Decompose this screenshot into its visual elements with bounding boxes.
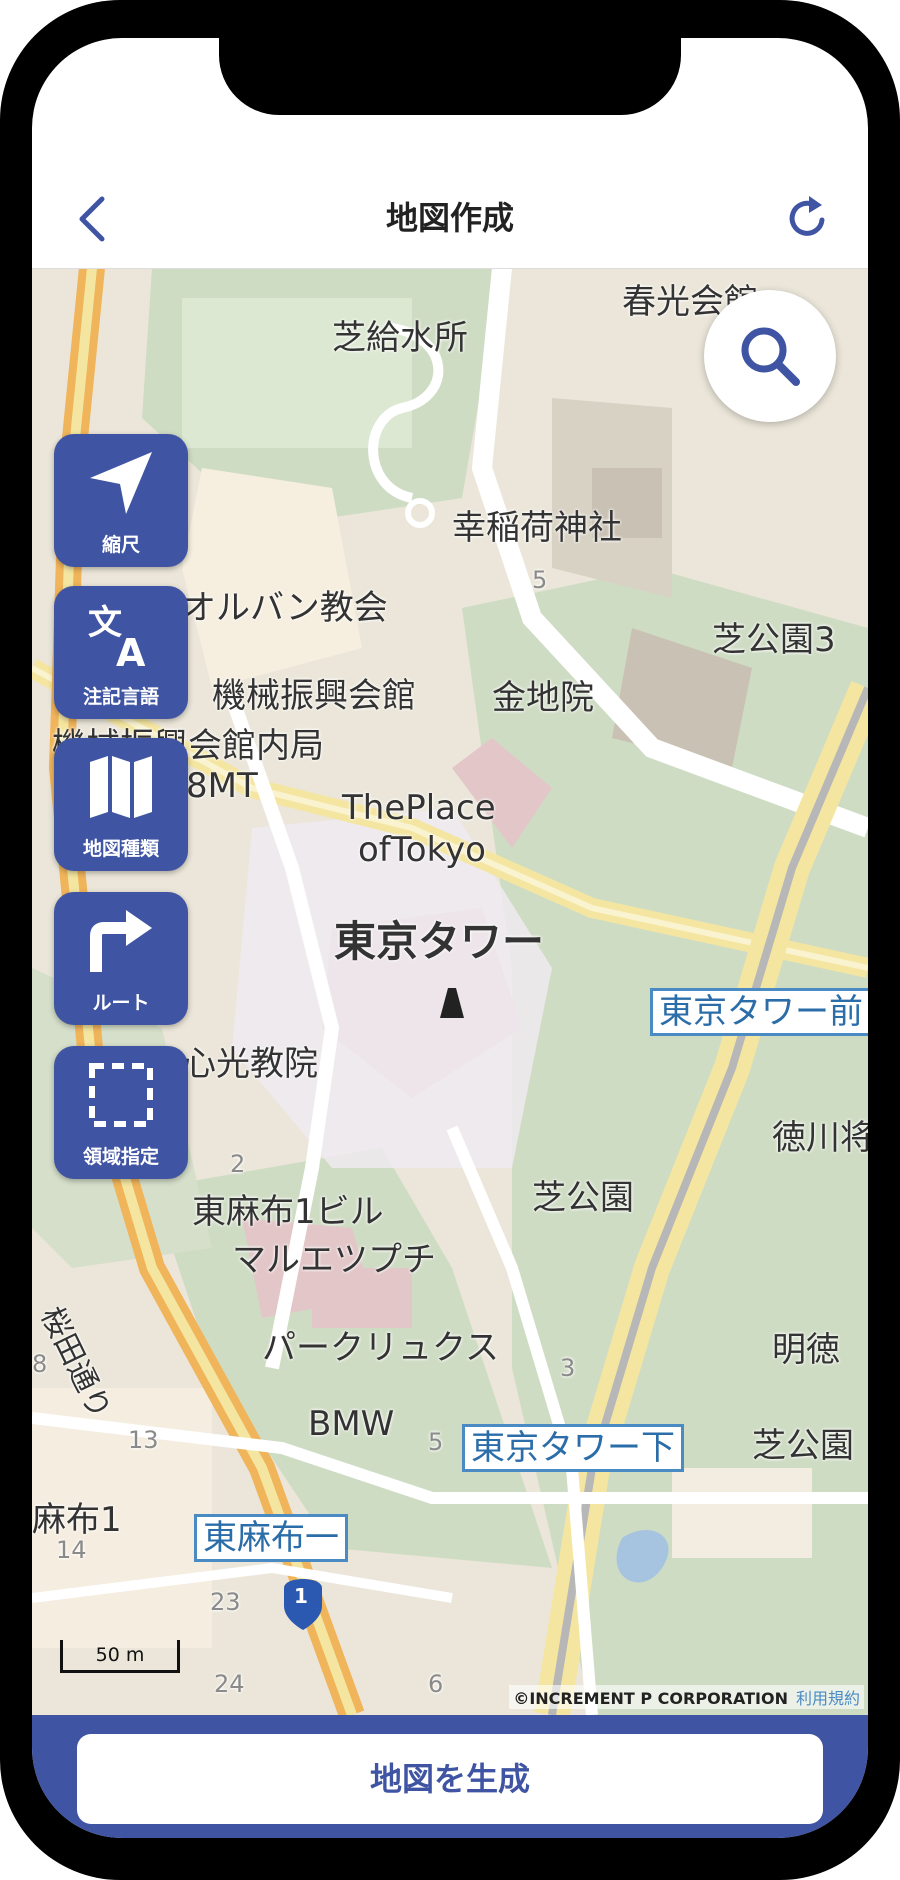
block-number: 14 <box>56 1536 87 1564</box>
map-label: ThePlace <box>342 788 496 828</box>
block-number: 23 <box>210 1588 241 1616</box>
svg-text:A: A <box>116 631 146 670</box>
map-label: ofTokyo <box>358 830 486 870</box>
search-button[interactable] <box>704 290 836 422</box>
map-label-tokyo-tower: 東京タワー <box>334 917 545 966</box>
map-icon <box>90 756 152 818</box>
generate-map-button[interactable]: 地図を生成 <box>77 1734 823 1824</box>
area-selection-tool-button[interactable]: 領域指定 <box>54 1046 188 1179</box>
block-number: 3 <box>560 1354 576 1382</box>
map-label: BMW <box>308 1404 395 1444</box>
dashed-square-icon <box>89 1063 153 1127</box>
annotation-language-tool-button[interactable]: 文 A 注記言語 <box>54 586 188 719</box>
tool-label: ルート <box>92 992 150 1014</box>
terms-link[interactable]: 利用規約 <box>796 1689 860 1708</box>
map-label: オルバン教会 <box>182 588 388 628</box>
map-label: マルエツプチ <box>232 1240 436 1280</box>
map-label: 心光教院 <box>182 1044 318 1084</box>
map-attribution: ©INCREMENT P CORPORATION 利用規約 <box>509 1685 864 1709</box>
map-view[interactable]: 芝給水所 春光会館 幸稲荷神社 オルバン教会 芝公園3 機械振興会館 金地院 機… <box>32 268 868 1715</box>
route-shield-number: 1 <box>294 1584 308 1608</box>
map-label: 徳川将 <box>772 1118 868 1158</box>
search-icon <box>741 327 800 386</box>
route-tool-button[interactable]: ルート <box>54 892 188 1025</box>
navigation-arrow-icon <box>90 452 152 514</box>
block-number: 8 <box>32 1350 48 1378</box>
refresh-button[interactable] <box>784 194 832 242</box>
map-label: 幸稲荷神社 <box>452 508 622 548</box>
scale-label: 50 m <box>95 1644 145 1666</box>
footer-bar: 地図を生成 <box>32 1715 868 1838</box>
translate-icon: 文 A <box>88 603 146 670</box>
scale-tool-button[interactable]: 縮尺 <box>54 434 188 567</box>
map-label: 芝公園 <box>532 1178 634 1218</box>
bus-stop-label: 東京タワー前 <box>650 988 868 1036</box>
scale-bar: 50 m <box>60 1640 180 1673</box>
map-label: 金地院 <box>492 678 594 718</box>
map-label: 芝公園3 <box>712 620 836 660</box>
copyright-text: ©INCREMENT P CORPORATION <box>513 1689 788 1708</box>
block-number: 13 <box>128 1426 159 1454</box>
tool-label: 地図種類 <box>82 838 159 860</box>
map-label: 8MT <box>186 766 258 806</box>
map-label: 麻布1 <box>32 1500 122 1540</box>
map-label: パークリュクス <box>262 1328 499 1368</box>
page-title: 地図作成 <box>385 199 514 237</box>
block-number: 5 <box>532 566 548 594</box>
map-label: 芝公園 <box>752 1426 854 1466</box>
block-number: 24 <box>214 1670 245 1698</box>
block-number: 6 <box>428 1670 444 1698</box>
refresh-icon <box>789 196 825 236</box>
notch <box>219 38 681 115</box>
bus-stop-label: 東京タワー下 <box>462 1424 684 1472</box>
block-number: 2 <box>230 1150 246 1178</box>
phone-frame: 地図作成 芝給水所 春光会館 幸稲荷神社 オルバン教会 芝公園3 機械振興会館 … <box>0 0 900 1880</box>
map-label: 機械振興会館 <box>212 676 416 716</box>
map-label: 明徳 <box>772 1330 840 1370</box>
header: 地図作成 <box>32 138 868 269</box>
turn-right-arrow-icon <box>90 910 152 972</box>
map-type-tool-button[interactable]: 地図種類 <box>54 738 188 871</box>
screen: 地図作成 芝給水所 春光会館 幸稲荷神社 オルバン教会 芝公園3 機械振興会館 … <box>32 38 868 1838</box>
bus-stop-label: 東麻布一 <box>194 1514 348 1562</box>
tool-label: 注記言語 <box>82 686 159 708</box>
block-number: 5 <box>428 1428 444 1456</box>
map-label: 芝給水所 <box>332 318 468 358</box>
tool-label: 縮尺 <box>101 534 140 556</box>
tool-label: 領域指定 <box>82 1146 159 1168</box>
map-label: 東麻布1ビル <box>192 1192 384 1232</box>
